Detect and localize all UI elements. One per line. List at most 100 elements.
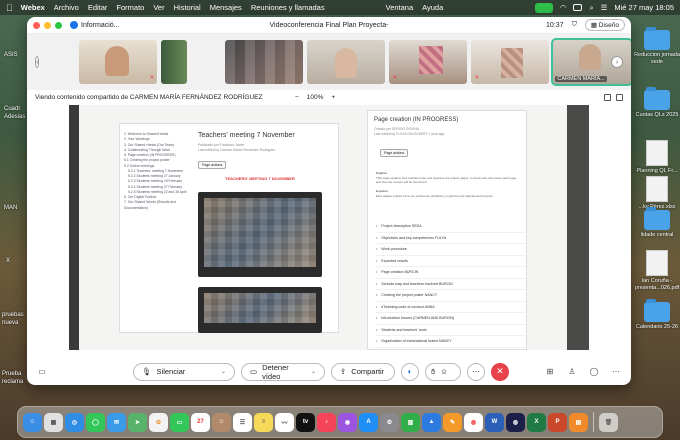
photos-icon[interactable]: ✿ — [149, 412, 168, 432]
freeform-icon[interactable]: 〰 — [275, 412, 294, 432]
search-icon[interactable]: ⌕ — [589, 3, 593, 13]
reminders-icon[interactable]: ☰ — [233, 412, 252, 432]
finder-icon[interactable]: ☺ — [23, 412, 42, 432]
appstore-icon[interactable]: A — [359, 412, 378, 432]
more-panels-icon[interactable]: ⋯ — [609, 367, 623, 376]
participants-icon[interactable]: ♙ — [565, 367, 579, 376]
layout-button[interactable]: ▦ Diseño — [584, 19, 625, 31]
participant-name: CARMEN MARÍA... — [555, 76, 607, 82]
contacts-icon[interactable]: ☺ — [212, 412, 231, 432]
participant-tile[interactable]: ✕ — [389, 40, 468, 84]
menu-item-editar[interactable]: Editar — [88, 3, 108, 12]
webex-icon[interactable]: ◍ — [506, 412, 525, 432]
menu-app-name[interactable]: Webex — [21, 3, 45, 12]
emoji-reaction-icon[interactable]: ☺ — [440, 367, 448, 376]
menu-item-historial[interactable]: Historial — [174, 3, 201, 12]
messages-icon[interactable]: ◯ — [86, 412, 105, 432]
notes-icon[interactable]: ≡ — [254, 412, 273, 432]
desktop-folder[interactable]: Calendario 25-26 — [634, 299, 680, 331]
wifi-icon[interactable]: ◠ — [560, 3, 567, 12]
numbers-icon[interactable]: ▥ — [401, 412, 420, 432]
zoom-level[interactable]: 100% — [307, 94, 324, 101]
desktop-file[interactable]: lan Coruña - presenta...026.pdf — [634, 250, 680, 291]
menu-item-ayuda[interactable]: Ayuda — [422, 3, 443, 12]
fullscreen-window-button[interactable] — [55, 21, 62, 29]
doc-page-actions: Page actions — [380, 149, 409, 157]
pages-icon[interactable]: ✎ — [443, 412, 462, 432]
tv-icon[interactable]: tv — [296, 412, 315, 432]
keynote-icon[interactable]: ▲ — [422, 412, 441, 432]
powerpoint-icon[interactable]: P — [548, 412, 567, 432]
popout-icon[interactable] — [604, 93, 611, 101]
books-icon[interactable]: ▤ — [569, 412, 588, 432]
doc-meta: Creado por SERGIO DOVINA — [374, 127, 420, 131]
participant-tile[interactable] — [225, 40, 304, 84]
menu-item-reuniones[interactable]: Reuniones y llamadas — [251, 3, 325, 12]
maps-icon[interactable]: ➤ — [128, 412, 147, 432]
safari-icon[interactable]: ◎ — [65, 412, 84, 432]
desktop-label: MAN — [4, 205, 18, 211]
captions-icon[interactable]: ▭ — [35, 367, 49, 376]
menu-item-formato[interactable]: Formato — [116, 3, 144, 12]
close-window-button[interactable] — [33, 21, 40, 29]
podcasts-icon[interactable]: ◉ — [338, 412, 357, 432]
settings-icon[interactable]: ⚙ — [380, 412, 399, 432]
title-bar: Informació... Videoconferencia Final Pla… — [27, 17, 631, 34]
menu-item-ventana[interactable]: Ventana — [386, 3, 414, 12]
list-item: • Students and teachers' tools — [376, 325, 526, 336]
music-icon[interactable]: ♪ — [317, 412, 336, 432]
participant-tile[interactable] — [307, 40, 386, 84]
excel-icon[interactable]: X — [527, 412, 546, 432]
doc-title: Teachers' meeting 7 November — [198, 132, 295, 139]
desktop-folder[interactable]: Cuotas QLs 2025 — [634, 87, 680, 119]
launchpad-icon[interactable]: ▦ — [44, 412, 63, 432]
trash-icon[interactable]: 🗑︎ — [599, 412, 618, 432]
battery-icon[interactable] — [573, 4, 583, 11]
leave-meeting-button[interactable]: ✕ — [491, 362, 509, 381]
minimize-window-button[interactable] — [44, 21, 51, 29]
camera-in-use-icon[interactable] — [534, 2, 553, 13]
ai-assistant-icon[interactable]: ◐ — [401, 362, 419, 381]
mail-icon[interactable]: ✉ — [107, 412, 126, 432]
info-icon[interactable] — [70, 21, 78, 29]
zoom-in-button[interactable]: + — [331, 94, 335, 101]
calendar-icon[interactable]: 27 — [191, 412, 210, 432]
raise-hand-icon[interactable]: ✋︎ — [431, 367, 435, 377]
chevron-right-icon[interactable]: › — [611, 56, 623, 68]
mute-button[interactable]: 🎙︎ Silenciar ⌄ — [133, 362, 235, 381]
apps-icon[interactable]: ⊞ — [543, 367, 557, 376]
chevron-down-icon[interactable]: ⌄ — [221, 368, 226, 375]
chevron-down-icon[interactable]: ⌄ — [311, 368, 316, 375]
menu-clock[interactable]: Mié 27 may 18:05 — [614, 3, 674, 12]
webex-meeting-window: Informació... Videoconferencia Final Pla… — [27, 17, 631, 385]
chevron-left-icon[interactable]: ‹ — [35, 56, 40, 68]
fit-screen-icon[interactable] — [616, 93, 623, 101]
desktop-file[interactable]: Planning QL Fr... — [634, 140, 680, 175]
apple-icon[interactable]:  — [6, 3, 13, 13]
desktop-folder[interactable]: Reduccion jornada sede — [634, 27, 680, 65]
desktop-label: pruebas — [2, 312, 24, 318]
menu-item-mensajes[interactable]: Mensajes — [210, 3, 242, 12]
chat-icon[interactable]: ◯ — [587, 367, 601, 376]
meeting-info-link[interactable]: Informació... — [81, 22, 120, 29]
stop-video-label: Detener vídeo — [262, 362, 289, 381]
share-button[interactable]: ⇪ Compartir — [331, 362, 395, 381]
sharing-status: Viendo contenido compartido de CARMEN MA… — [35, 93, 263, 101]
word-icon[interactable]: W — [485, 412, 504, 432]
control-center-icon[interactable]: ☰ — [601, 3, 608, 12]
chrome-icon[interactable]: ◍ — [464, 412, 483, 432]
menu-item-ver[interactable]: Ver — [153, 3, 164, 12]
menu-item-archivo[interactable]: Archivo — [54, 3, 79, 12]
more-options-icon[interactable]: ⋯ — [467, 362, 485, 381]
participant-tile[interactable]: ✕ — [79, 40, 158, 84]
desktop-file[interactable]: ...ky Pérez.xlsx — [634, 176, 680, 211]
participant-tile[interactable] — [161, 40, 188, 84]
desktop-folder[interactable]: lidade central — [634, 207, 680, 239]
list-item: • Schools map and teachers involved BURCI… — [376, 279, 526, 290]
shared-screen[interactable]: 1. Welcome to Shared Hands 2. Your Worki… — [69, 105, 589, 350]
participant-tile[interactable]: ✕ — [471, 40, 550, 84]
zoom-out-button[interactable]: − — [295, 94, 299, 101]
facetime-icon[interactable]: ▭ — [170, 412, 189, 432]
doc-meta: Publicado por Francisco Javier — [198, 143, 245, 147]
stop-video-button[interactable]: ▭ Detener vídeo ⌄ — [241, 362, 325, 381]
